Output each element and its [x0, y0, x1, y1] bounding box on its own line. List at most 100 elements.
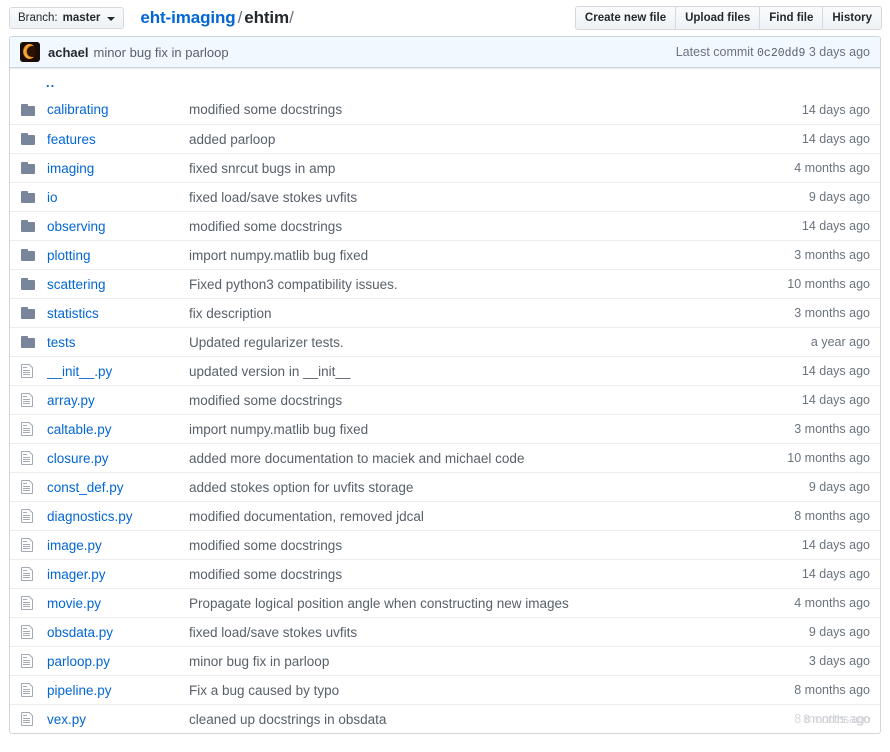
table-row[interactable]: statistics fix description 3 months ago [10, 298, 880, 327]
directory-link[interactable]: observing [47, 219, 106, 234]
table-row[interactable]: parloop.py minor bug fix in parloop 3 days… [10, 646, 880, 675]
row-commit-message-link[interactable]: added stokes option for uvfits storage [189, 480, 413, 495]
row-commit-message-link[interactable]: added parloop [189, 132, 275, 147]
directory-link[interactable]: statistics [47, 306, 99, 321]
file-link[interactable]: movie.py [47, 596, 101, 611]
row-age-text: 3 days ago [808, 654, 870, 668]
row-commit-message-cell: minor bug fix in parloop [189, 654, 758, 669]
table-row[interactable]: features added parloop 14 days ago [10, 124, 880, 153]
directory-link[interactable]: features [47, 132, 96, 147]
avatar[interactable] [20, 42, 40, 62]
folder-icon [21, 160, 35, 176]
directory-link[interactable]: scattering [47, 277, 106, 292]
row-age-text: 9 days ago [808, 480, 870, 494]
table-row[interactable]: vex.py cleaned up docstrings in obsdata 8 … [10, 704, 880, 733]
directory-link[interactable]: calibrating [47, 102, 109, 117]
table-row[interactable]: imaging fixed snrcut bugs in amp 4 months … [10, 153, 880, 182]
table-row[interactable]: array.py modified some docstrings 14 days … [10, 385, 880, 414]
file-link[interactable]: const_def.py [47, 480, 124, 495]
table-row[interactable]: calibrating modified some docstrings 14 da… [10, 95, 880, 124]
row-commit-message-link[interactable]: fixed snrcut bugs in amp [189, 161, 335, 176]
table-row[interactable]: const_def.py added stokes option for uvfi… [10, 472, 880, 501]
row-commit-message-link[interactable]: modified some docstrings [189, 219, 342, 234]
file-link[interactable]: caltable.py [47, 422, 112, 437]
file-link[interactable]: image.py [47, 538, 102, 553]
row-name-cell: scattering [47, 277, 189, 292]
find-file-button[interactable]: Find file [759, 7, 823, 29]
file-link[interactable]: closure.py [47, 451, 109, 466]
table-row[interactable]: io fixed load/save stokes uvfits 9 days ag… [10, 182, 880, 211]
table-row[interactable]: scattering Fixed python3 compatibility is… [10, 269, 880, 298]
directory-link[interactable]: plotting [47, 248, 91, 263]
row-commit-message-link[interactable]: Fix a bug caused by typo [189, 683, 339, 698]
table-row[interactable]: observing modified some docstrings 14 days… [10, 211, 880, 240]
row-commit-message-link[interactable]: modified some docstrings [189, 102, 342, 117]
table-row[interactable]: movie.py Propagate logical position angle… [10, 588, 880, 617]
directory-link[interactable]: tests [47, 335, 76, 350]
row-commit-message-link[interactable]: fix description [189, 306, 272, 321]
create-new-file-button[interactable]: Create new file [575, 7, 676, 29]
row-commit-message-link[interactable]: added more documentation to maciek and m… [189, 451, 524, 466]
row-commit-message-link[interactable]: Fixed python3 compatibility issues. [189, 277, 398, 292]
directory-link[interactable]: imaging [47, 161, 94, 176]
commit-sha-link[interactable]: 0c20dd9 [757, 47, 805, 60]
breadcrumb-repo-link[interactable]: eht-imaging [140, 8, 235, 27]
row-commit-message-link[interactable]: import numpy.matlib bug fixed [189, 248, 368, 263]
eclipse-icon [23, 44, 36, 59]
row-commit-message-link[interactable]: modified some docstrings [189, 567, 342, 582]
table-row[interactable]: tests Updated regularizer tests. a year ag… [10, 327, 880, 356]
row-commit-message-link[interactable]: modified documentation, removed jdcal [189, 509, 424, 524]
file-icon [21, 595, 33, 611]
commit-message[interactable]: minor bug fix in parloop [93, 45, 228, 60]
row-age-text: 14 days ago [801, 132, 870, 146]
row-commit-message-link[interactable]: modified some docstrings [189, 538, 342, 553]
row-commit-message-cell: updated version in __init__ [189, 364, 758, 379]
row-commit-message-cell: cleaned up docstrings in obsdata [189, 712, 758, 727]
file-link[interactable]: parloop.py [47, 654, 110, 669]
table-row[interactable]: imager.py modified some docstrings 14 days… [10, 559, 880, 588]
directory-link[interactable]: io [47, 190, 58, 205]
row-commit-message-link[interactable]: Updated regularizer tests. [189, 335, 344, 350]
file-link[interactable]: diagnostics.py [47, 509, 133, 524]
branch-selector-button[interactable]: Branch: master [9, 7, 125, 29]
table-row[interactable]: __init__.py updated version in __init__ 14… [10, 356, 880, 385]
table-row[interactable]: diagnostics.py modified documentation, re… [10, 501, 880, 530]
table-row[interactable]: image.py modified some docstrings 14 days … [10, 530, 880, 559]
file-link[interactable]: obsdata.py [47, 625, 113, 640]
row-age-cell: 10 months ago [758, 451, 870, 465]
row-commit-message-link[interactable]: modified some docstrings [189, 393, 342, 408]
commit-author-link[interactable]: achael [48, 45, 88, 60]
upload-files-button[interactable]: Upload files [675, 7, 760, 29]
file-link[interactable]: imager.py [47, 567, 106, 582]
table-row[interactable]: pipeline.py Fix a bug caused by typo 8 mon… [10, 675, 880, 704]
row-name-cell: closure.py [47, 451, 189, 466]
file-link[interactable]: array.py [47, 393, 95, 408]
row-name-cell: observing [47, 219, 189, 234]
latest-commit-label: Latest commit [675, 44, 754, 59]
table-row[interactable]: caltable.py import numpy.matlib bug fixed… [10, 414, 880, 443]
table-row[interactable]: obsdata.py fixed load/save stokes uvfits 9… [10, 617, 880, 646]
row-commit-message-link[interactable]: cleaned up docstrings in obsdata [189, 712, 386, 727]
row-commit-message-link[interactable]: minor bug fix in parloop [189, 654, 329, 669]
row-commit-message-link[interactable]: fixed load/save stokes uvfits [189, 190, 357, 205]
row-commit-message-link[interactable]: updated version in __init__ [189, 364, 350, 379]
row-commit-message-link[interactable]: Propagate logical position angle when co… [189, 596, 569, 611]
row-commit-message-cell: fixed snrcut bugs in amp [189, 161, 758, 176]
row-commit-message-link[interactable]: import numpy.matlib bug fixed [189, 422, 368, 437]
file-link[interactable]: __init__.py [47, 364, 112, 379]
row-age-cell: a year ago [758, 335, 870, 349]
history-button[interactable]: History [822, 7, 881, 29]
file-link[interactable]: vex.py [47, 712, 86, 727]
file-link[interactable]: pipeline.py [47, 683, 112, 698]
table-row[interactable]: plotting import numpy.matlib bug fixed 3 m… [10, 240, 880, 269]
parent-directory-link[interactable]: .. [20, 75, 55, 90]
row-folder-icon-cell [20, 276, 47, 292]
table-row[interactable]: closure.py added more documentation to ma… [10, 443, 880, 472]
row-age-cell: 8 months ago 8 months ago [758, 712, 870, 726]
row-commit-message-link[interactable]: fixed load/save stokes uvfits [189, 625, 357, 640]
parent-directory-row[interactable]: .. [10, 68, 880, 95]
row-name-cell: obsdata.py [47, 625, 189, 640]
row-age-text: 14 days ago [801, 219, 870, 233]
row-name-cell: statistics [47, 306, 189, 321]
file-rows: calibrating modified some docstrings 14 da… [10, 95, 880, 733]
